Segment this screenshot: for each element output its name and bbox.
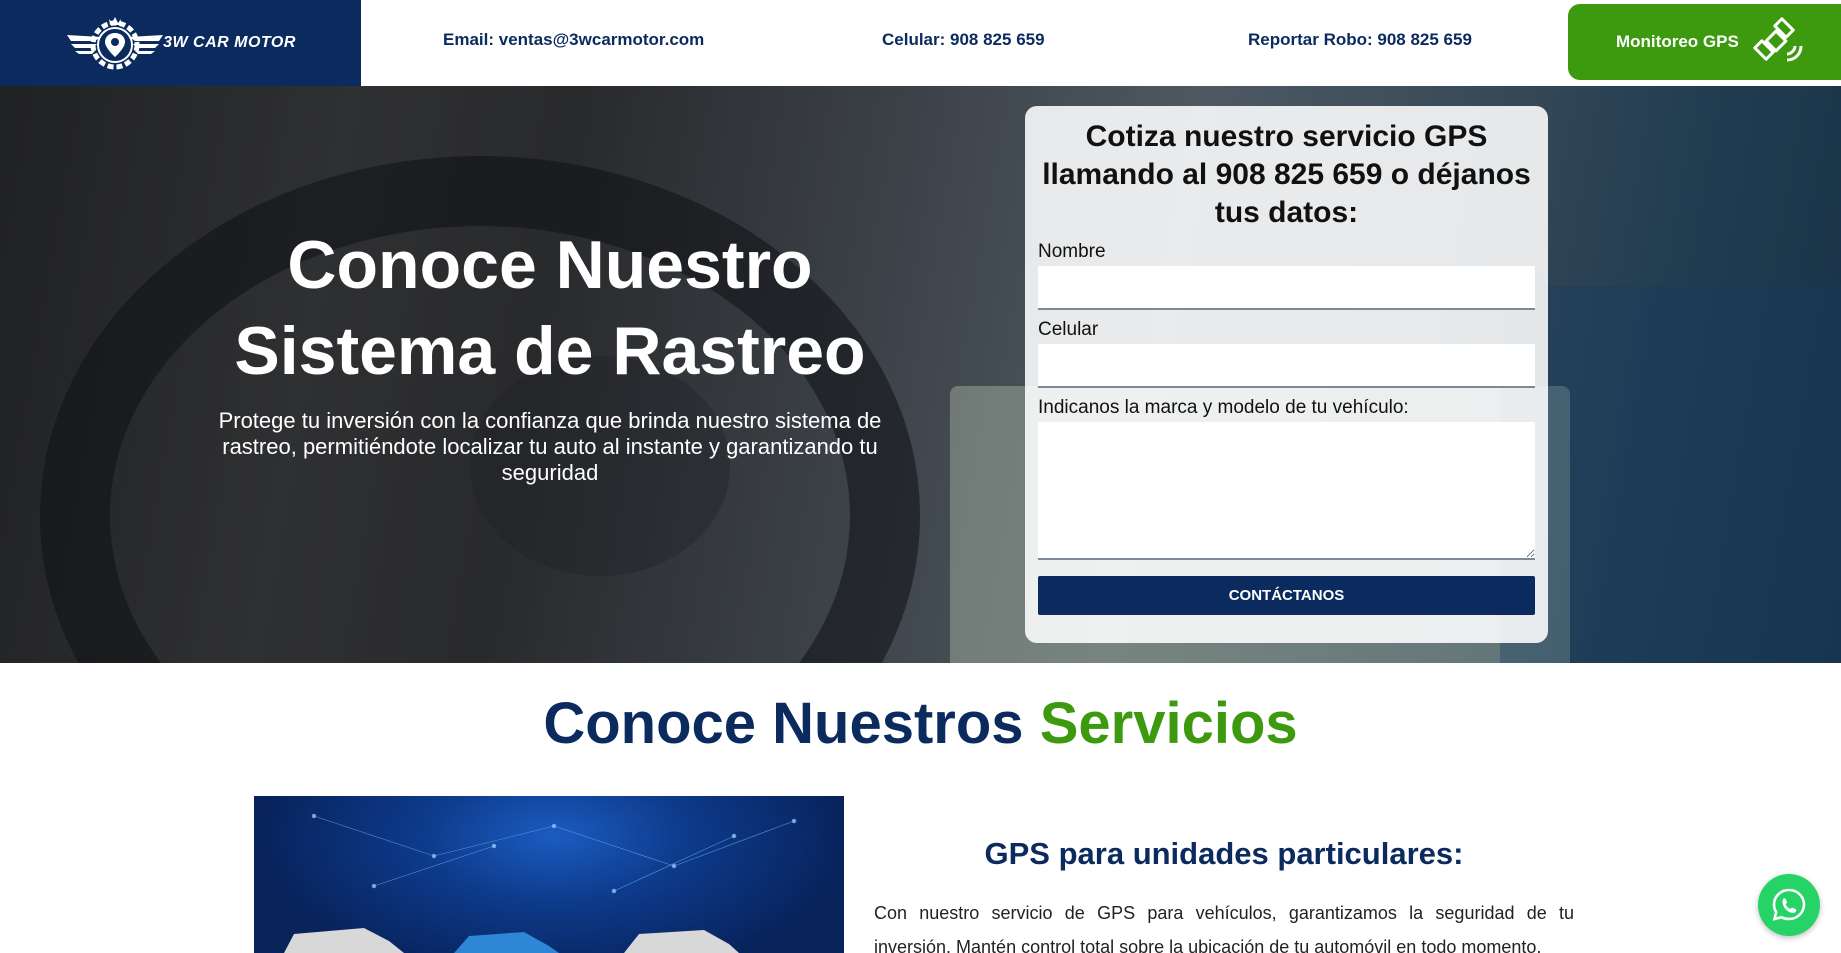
service-description: Con nuestro servicio de GPS para vehícul…: [874, 903, 1574, 953]
hero-title: Conoce Nuestro Sistema de Rastreo: [170, 222, 930, 394]
header-email[interactable]: Email: ventas@3wcarmotor.com: [443, 30, 704, 50]
whatsapp-button[interactable]: [1758, 874, 1820, 936]
header-theft-report[interactable]: Reportar Robo: 908 825 659: [1248, 30, 1472, 50]
logo[interactable]: 3W CAR MOTOR: [0, 0, 361, 86]
site-header: 3W CAR MOTOR Email: ventas@3wcarmotor.co…: [0, 0, 1841, 86]
hero-subtitle: Protege tu inversión con la confianza qu…: [218, 408, 882, 485]
hero-title-line1: Conoce Nuestro: [287, 227, 813, 303]
name-field[interactable]: [1038, 266, 1535, 310]
services-title-part2: Servicios: [1039, 691, 1298, 756]
name-label: Nombre: [1038, 241, 1106, 262]
vehicle-label: Indicanos la marca y modelo de tu vehícu…: [1038, 397, 1409, 418]
dashboard-image: [1500, 286, 1841, 663]
satellite-icon: [1753, 17, 1803, 62]
vehicle-textarea[interactable]: [1038, 422, 1535, 560]
services-title: Conoce Nuestros Servicios: [0, 690, 1841, 757]
header-phone[interactable]: Celular: 908 825 659: [882, 30, 1045, 50]
form-title: Cotiza nuestro servicio GPS llamando al …: [1042, 120, 1531, 229]
hero-section: Conoce Nuestro Sistema de Rastreo Proteg…: [0, 86, 1841, 663]
private-vehicles-image: [254, 796, 844, 953]
gps-monitoring-button[interactable]: Monitoreo GPS: [1568, 4, 1841, 80]
services-title-part1: Conoce Nuestros: [543, 691, 1024, 756]
service-heading: GPS para unidades particulares:: [984, 836, 1464, 871]
logo-text: 3W CAR MOTOR: [163, 34, 296, 51]
quote-form: Cotiza nuestro servicio GPS llamando al …: [1025, 106, 1548, 643]
phone-field[interactable]: [1038, 344, 1535, 388]
phone-label: Celular: [1038, 319, 1099, 340]
network-map-graphic: [284, 813, 797, 953]
contact-submit-button[interactable]: CONTÁCTANOS: [1038, 576, 1535, 615]
whatsapp-icon: [1772, 888, 1806, 921]
gps-button-label: Monitoreo GPS: [1616, 32, 1739, 51]
gear-pin-wings-icon: [67, 17, 164, 70]
hero-title-line2: Sistema de Rastreo: [234, 313, 866, 389]
page: 3W CAR MOTOR Email: ventas@3wcarmotor.co…: [0, 0, 1841, 953]
